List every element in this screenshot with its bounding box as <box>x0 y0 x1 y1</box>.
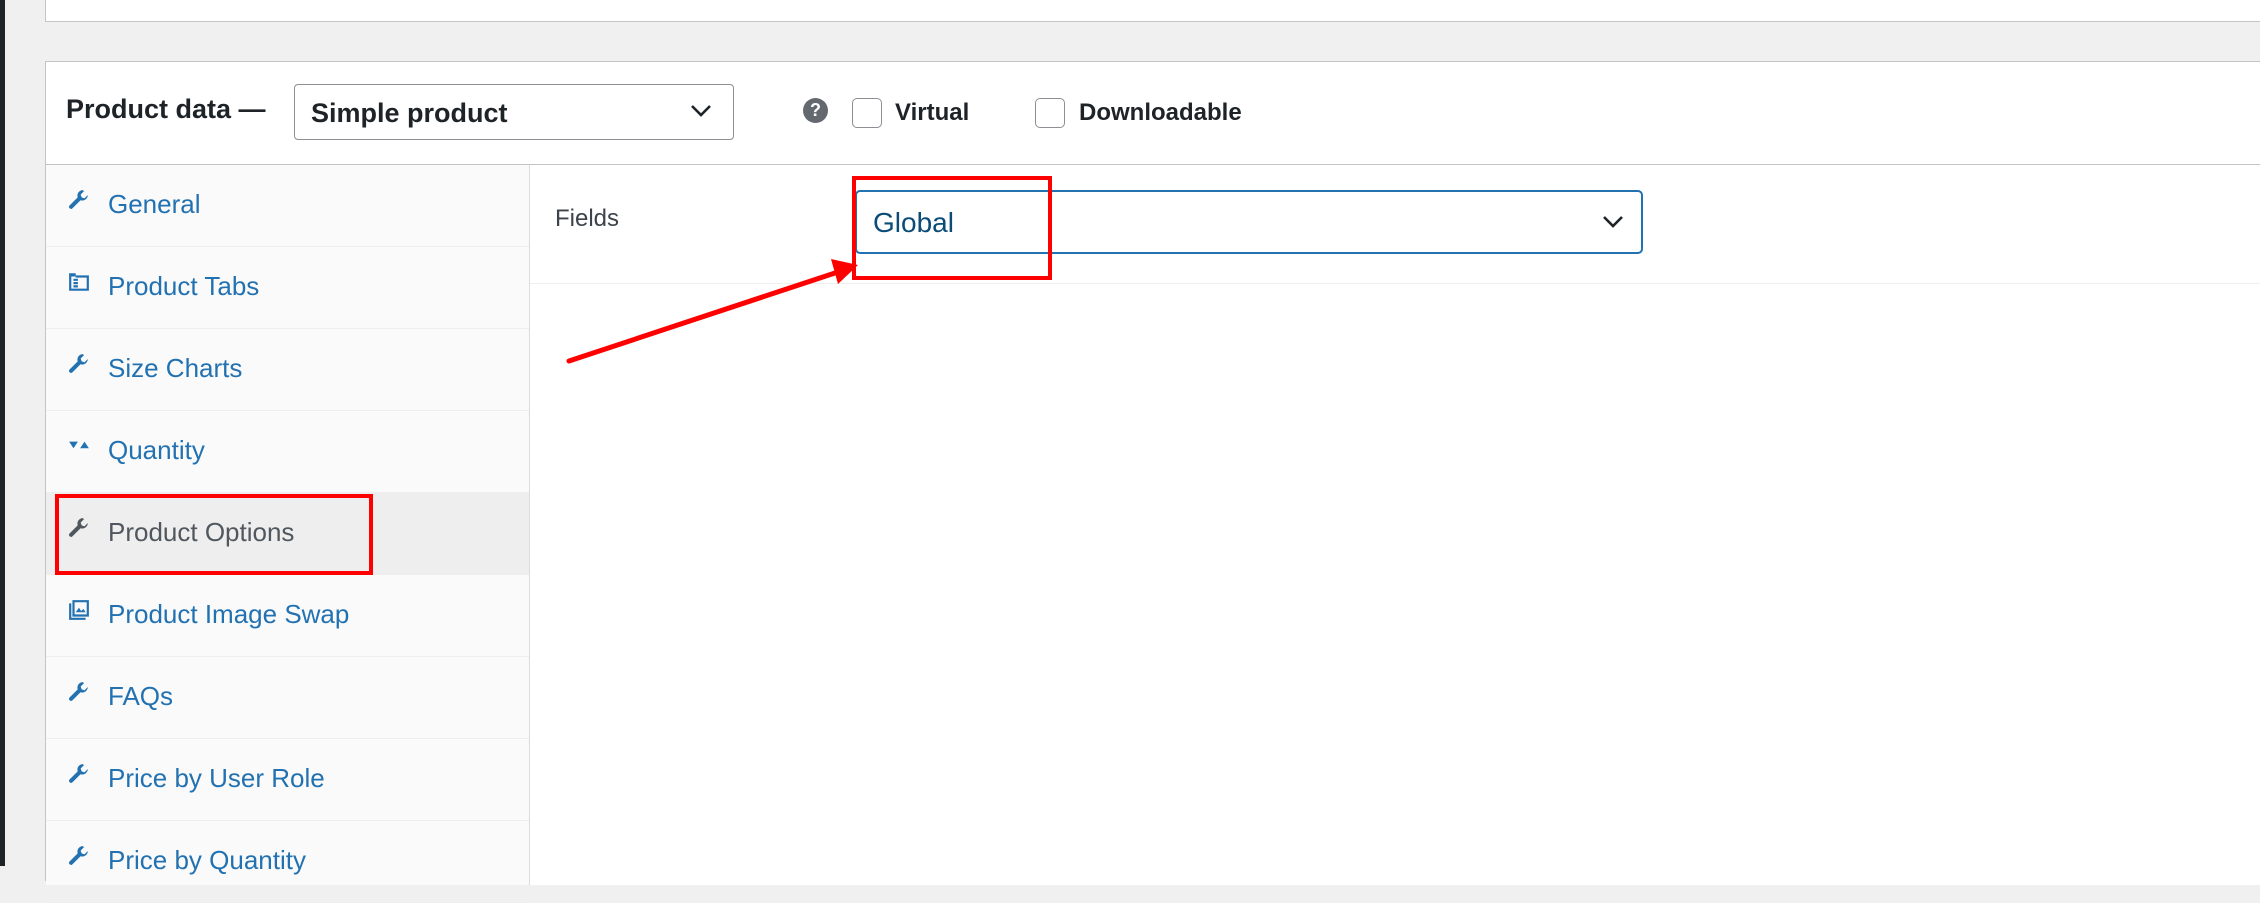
fields-select[interactable]: Global <box>855 190 1643 254</box>
tab-label: Price by User Role <box>108 763 325 793</box>
virtual-label[interactable]: Virtual <box>895 98 969 128</box>
product-data-tabs: General Product Tabs Size Charts Quantit… <box>46 165 530 903</box>
chevron-down-icon <box>1603 216 1623 228</box>
tab-label: Quantity <box>108 435 205 465</box>
quantity-icon <box>69 441 89 449</box>
fields-select-value: Global <box>873 207 954 238</box>
downloadable-label[interactable]: Downloadable <box>1079 98 1242 128</box>
screen-edge <box>0 0 5 866</box>
tab-label: General <box>108 189 201 219</box>
wrench-icon <box>69 764 88 783</box>
tab-quantity[interactable]: Quantity <box>46 411 529 493</box>
tab-label: FAQs <box>108 681 174 711</box>
tab-label: Product Image Swap <box>108 599 350 629</box>
tab-product-tabs[interactable]: Product Tabs <box>46 247 529 329</box>
fields-label: Fields <box>555 205 620 232</box>
virtual-checkbox[interactable] <box>852 98 882 128</box>
product-data-metabox: Product data — Simple product ? Virtual … <box>45 61 2260 903</box>
image-swap-icon <box>69 600 89 620</box>
help-icon[interactable]: ? <box>803 98 828 123</box>
product-type-value: Simple product <box>311 98 508 128</box>
tab-product-options[interactable]: Product Options <box>46 493 529 575</box>
tab-product-image-swap[interactable]: Product Image Swap <box>46 575 529 657</box>
previous-metabox <box>45 0 2260 22</box>
wrench-icon <box>69 518 88 537</box>
tab-label: Product Options <box>108 517 295 547</box>
downloadable-checkbox[interactable] <box>1035 98 1065 128</box>
tab-label: Size Charts <box>108 353 243 383</box>
tab-label: Product Tabs <box>108 271 260 301</box>
tab-label: Price by Quantity <box>108 845 306 875</box>
product-data-title: Product data — <box>66 94 266 124</box>
tabs-icon <box>69 273 89 291</box>
product-type-select[interactable]: Simple product <box>294 84 734 140</box>
product-data-header: Product data — Simple product ? Virtual … <box>46 62 2260 165</box>
wrench-icon <box>69 846 88 865</box>
tab-price-by-user-role[interactable]: Price by User Role <box>46 739 529 821</box>
tab-faqs[interactable]: FAQs <box>46 657 529 739</box>
wrench-icon <box>69 354 88 373</box>
tab-price-by-quantity[interactable]: Price by Quantity <box>46 821 529 903</box>
product-options-panel: Fields <box>530 165 2260 885</box>
wrench-icon <box>69 190 88 209</box>
tab-size-charts[interactable]: Size Charts <box>46 329 529 411</box>
wrench-icon <box>69 682 88 701</box>
tab-general[interactable]: General <box>46 165 529 247</box>
chevron-down-icon <box>691 105 711 117</box>
